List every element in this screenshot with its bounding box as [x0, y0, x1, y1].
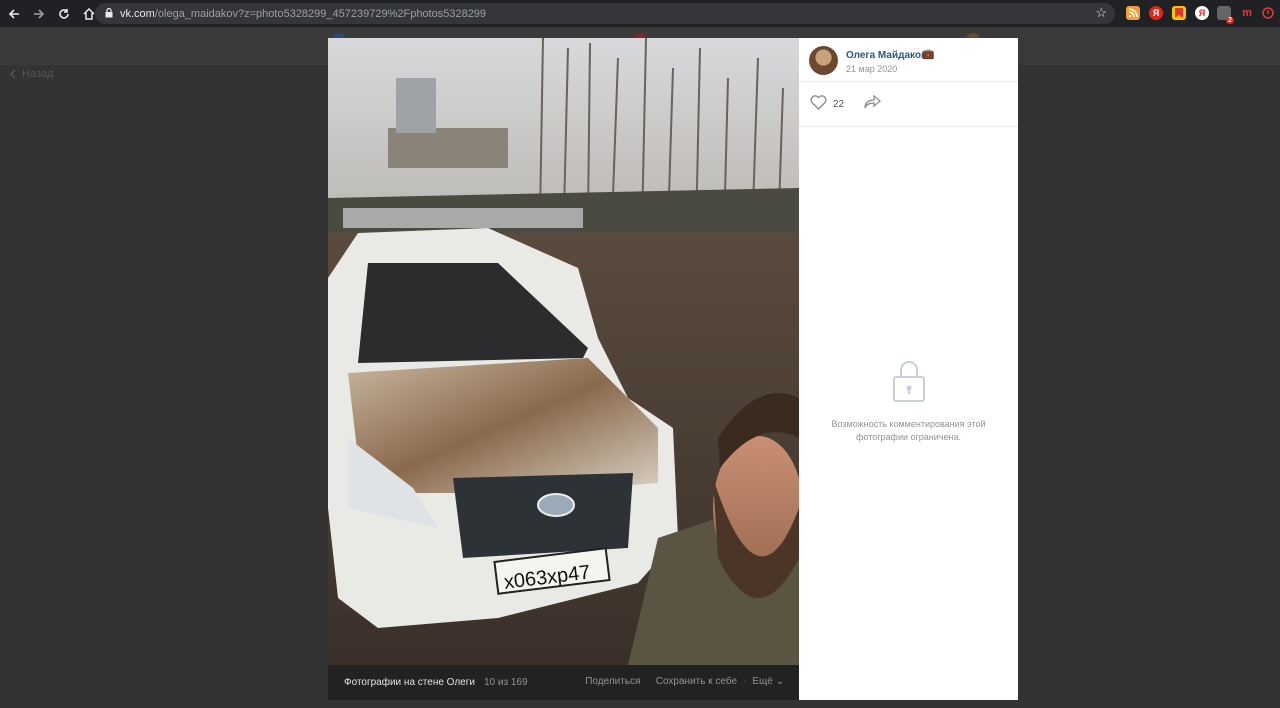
- chevron-left-icon: [10, 69, 16, 79]
- separator-dot: ·: [743, 676, 747, 687]
- back-arrow-icon[interactable]: [3, 3, 25, 25]
- album-title[interactable]: Фотографии на стене Олеги: [344, 677, 475, 688]
- stop-extension-icon[interactable]: [1261, 6, 1275, 20]
- notification-badge: 2: [1226, 17, 1234, 24]
- url-text: vk.com/olega_maidakov?z=photo5328299_457…: [120, 7, 487, 20]
- photo-info-bar: Фотографии на стене Олеги 10 из 169 Поде…: [328, 665, 799, 700]
- bookmark-star-icon[interactable]: ☆: [1095, 5, 1107, 21]
- more-label: Ещё: [752, 676, 773, 687]
- address-bar[interactable]: vk.com/olega_maidakov?z=photo5328299_457…: [95, 3, 1115, 24]
- more-button[interactable]: Ещё ⌄: [752, 676, 784, 687]
- photo-counter: 10 из 169: [483, 677, 528, 688]
- padlock-icon: [892, 361, 925, 402]
- briefcase-icon: 💼: [922, 49, 935, 60]
- yandex-browser-extension-icon[interactable]: Я: [1195, 6, 1209, 20]
- m-extension-icon[interactable]: m: [1240, 6, 1254, 20]
- photo-sidebar: Олега Майдаков 💼 21 мар 2020 22 Возможно…: [799, 38, 1018, 700]
- yandex-extension-icon[interactable]: Я: [1149, 6, 1163, 20]
- reactions-bar: 22: [799, 83, 1018, 127]
- comments-locked-text: Возможность комментирования этой фотогра…: [831, 419, 986, 442]
- chevron-down-icon: ⌄: [775, 676, 784, 687]
- lock-icon: [105, 5, 113, 23]
- separator-dot: ·: [646, 676, 650, 687]
- share-button[interactable]: Поделиться: [585, 676, 640, 687]
- bookmark-extension-icon[interactable]: [1172, 6, 1186, 20]
- save-button[interactable]: Сохранить к себе: [656, 676, 737, 687]
- heart-icon[interactable]: [810, 94, 827, 115]
- back-link[interactable]: Назад: [10, 68, 54, 80]
- author-name[interactable]: Олега Майдаков: [846, 50, 927, 61]
- post-date[interactable]: 21 мар 2020: [846, 64, 897, 74]
- browser-toolbar: vk.com/olega_maidakov?z=photo5328299_457…: [0, 0, 1280, 27]
- rss-extension-icon[interactable]: [1126, 6, 1140, 20]
- photo[interactable]: х063хр47: [328, 38, 799, 665]
- author-avatar[interactable]: [809, 46, 838, 75]
- reload-icon[interactable]: [53, 3, 75, 25]
- comments-locked: Возможность комментирования этой фотогра…: [799, 361, 1018, 444]
- author-block: Олега Майдаков 💼 21 мар 2020: [799, 38, 1018, 82]
- photo-viewer: х063хр47 Фотографии на стене Олеги 10 из…: [328, 38, 1018, 700]
- back-link-label: Назад: [22, 68, 54, 80]
- share-arrow-icon[interactable]: [864, 94, 882, 114]
- like-count: 22: [833, 99, 845, 110]
- notifications-extension-icon[interactable]: 2: [1217, 6, 1234, 24]
- forward-arrow-icon[interactable]: [28, 3, 50, 25]
